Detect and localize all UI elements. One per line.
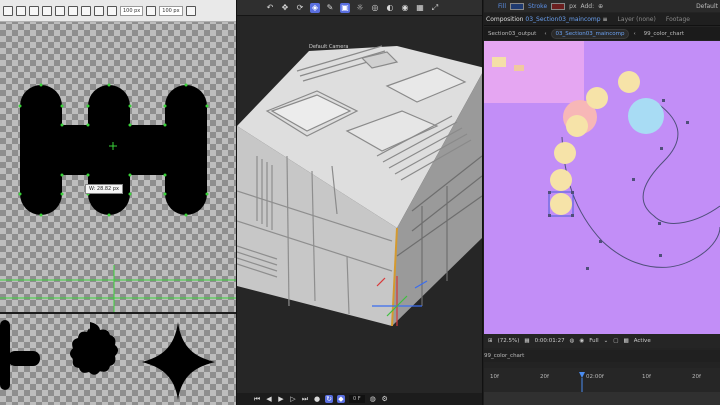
- tab-composition-prefix: Composition: [486, 15, 524, 23]
- app-screenshot: 100 px 100 px W: 28.82 px ↶ ✥ ⟳ ◈ ✎ ▣ ☼ …: [0, 0, 720, 405]
- region-icon[interactable]: ▢: [613, 338, 618, 344]
- time-ruler[interactable]: 10f 20f 02:00f 10f 20f: [484, 368, 720, 392]
- size-tooltip: W: 28.82 px: [85, 184, 123, 194]
- add-label[interactable]: Add:: [581, 3, 595, 10]
- tab-layer[interactable]: Layer (none): [618, 16, 656, 23]
- skip-end-icon[interactable]: ⏭: [301, 395, 309, 403]
- stroke-label[interactable]: Stroke: [528, 3, 547, 10]
- cube-icon[interactable]: ◈: [310, 2, 320, 13]
- playback-bar: ⏮ ◀ ▶ ▷ ⏭ ● ↻ ◆ 0 F ◍ ⚙: [237, 393, 482, 405]
- fill-swatch[interactable]: [510, 2, 525, 10]
- dot: [586, 87, 608, 109]
- fill-stroke-toolbar: Fill Stroke px Add: ⊕ Default: [484, 0, 720, 12]
- settings-icon[interactable]: ⚙: [381, 395, 389, 403]
- comp-viewer[interactable]: [484, 41, 720, 334]
- tab-composition[interactable]: Composition 03_Section03_maincomp ≡: [486, 16, 608, 23]
- selected-dot: [550, 193, 572, 215]
- grid-view-icon[interactable]: ▦: [415, 3, 425, 13]
- keyframe-icon[interactable]: ◆: [337, 395, 345, 403]
- bulb-icon[interactable]: ◎: [370, 3, 380, 13]
- color-icon[interactable]: ◉: [579, 338, 584, 344]
- transparency-icon[interactable]: ▩: [623, 338, 628, 344]
- add-icon[interactable]: ⊕: [598, 3, 603, 10]
- dot: [618, 71, 640, 93]
- light-icon[interactable]: ☼: [355, 3, 365, 13]
- breadcrumb-item[interactable]: Section03_output: [484, 30, 540, 38]
- comp-canvas[interactable]: [484, 41, 720, 334]
- bg-swatch: [514, 65, 524, 71]
- tab-composition-name: 03_Section03_maincomp: [525, 15, 601, 23]
- menu-icon[interactable]: ≡: [603, 16, 608, 23]
- camera-icon[interactable]: ◐: [385, 3, 395, 13]
- shape-editor-panel: 100 px 100 px W: 28.82 px: [0, 0, 236, 405]
- dot: [550, 169, 572, 191]
- composition-panel: Fill Stroke px Add: ⊕ Default Compositio…: [484, 0, 720, 405]
- timecode[interactable]: 0:00:01:27: [535, 338, 565, 344]
- loop-icon[interactable]: ↻: [325, 395, 333, 403]
- expand-icon[interactable]: ⤢: [430, 3, 440, 13]
- step-forward-icon[interactable]: ▷: [289, 395, 297, 403]
- bg-swatch: [492, 57, 506, 67]
- guide-lines[interactable]: [0, 265, 236, 312]
- frame-field[interactable]: 0 F: [349, 395, 365, 403]
- playhead-svg[interactable]: [484, 368, 720, 392]
- dot: [566, 115, 588, 137]
- render-icon[interactable]: ◉: [400, 3, 410, 13]
- view-mode[interactable]: Full: [589, 338, 598, 344]
- stroke-width-unit: px: [569, 2, 577, 10]
- breadcrumb-item[interactable]: 99_color_chart: [640, 30, 688, 38]
- chevron-left-icon: ‹: [544, 30, 547, 37]
- dot: [554, 142, 576, 164]
- lower-shapes[interactable]: [0, 320, 215, 400]
- zoom-level[interactable]: (72.5%): [498, 338, 520, 344]
- skip-start-icon[interactable]: ⏮: [253, 395, 261, 403]
- pen-icon[interactable]: ✎: [325, 3, 335, 13]
- playhead: [579, 372, 585, 378]
- snapshot-icon[interactable]: ◍: [570, 338, 575, 344]
- timeline-track[interactable]: [484, 392, 720, 405]
- material-icon[interactable]: ▣: [340, 2, 350, 13]
- play-icon[interactable]: ▶: [277, 395, 285, 403]
- panel-divider: [0, 312, 236, 314]
- zoom-icon[interactable]: ⊞: [488, 338, 493, 344]
- workspace-label[interactable]: Default: [696, 3, 720, 10]
- comp-status-bar: ⊞ (72.5%) ▦ 0:00:01:27 ◍ ◉ Full ⌄ ▢ ▩ Ac…: [484, 334, 720, 348]
- panel-tabs: Composition 03_Section03_maincomp ≡ Laye…: [484, 13, 720, 26]
- 3d-scene[interactable]: [237, 16, 483, 393]
- grid-toggle-icon[interactable]: ▦: [524, 338, 529, 344]
- breadcrumb-item-active[interactable]: 03_Section03_maincomp: [550, 28, 630, 39]
- chevron-down-icon[interactable]: ⌄: [604, 338, 609, 344]
- undo-icon[interactable]: ↶: [265, 3, 275, 13]
- bg-block: [484, 41, 584, 103]
- record-icon[interactable]: ●: [313, 395, 321, 403]
- autokey-icon[interactable]: ◍: [369, 395, 377, 403]
- comp-breadcrumb: Section03_output ‹ 03_Section03_maincomp…: [484, 27, 720, 40]
- fill-label[interactable]: Fill: [498, 3, 506, 10]
- motion-path: [561, 136, 720, 268]
- active-camera[interactable]: Active: [634, 338, 651, 344]
- timeline-comp-label[interactable]: 99_color_chart: [484, 353, 524, 359]
- chevron-left-icon: ‹: [633, 30, 636, 37]
- step-back-icon[interactable]: ◀: [265, 395, 273, 403]
- stroke-swatch[interactable]: [551, 2, 566, 10]
- dot: [628, 98, 664, 134]
- viewport-toolbar: ↶ ✥ ⟳ ◈ ✎ ▣ ☼ ◎ ◐ ◉ ▦ ⤢: [237, 0, 482, 16]
- tab-footage[interactable]: Footage: [666, 16, 690, 23]
- timeline-comp-name: 99_color_chart: [484, 350, 720, 362]
- rotate-icon[interactable]: ⟳: [295, 3, 305, 13]
- 3d-viewport-panel: ↶ ✥ ⟳ ◈ ✎ ▣ ☼ ◎ ◐ ◉ ▦ ⤢ Default Camera ⏮…: [236, 0, 483, 405]
- move-icon[interactable]: ✥: [280, 3, 290, 13]
- shape-canvas[interactable]: [0, 0, 236, 405]
